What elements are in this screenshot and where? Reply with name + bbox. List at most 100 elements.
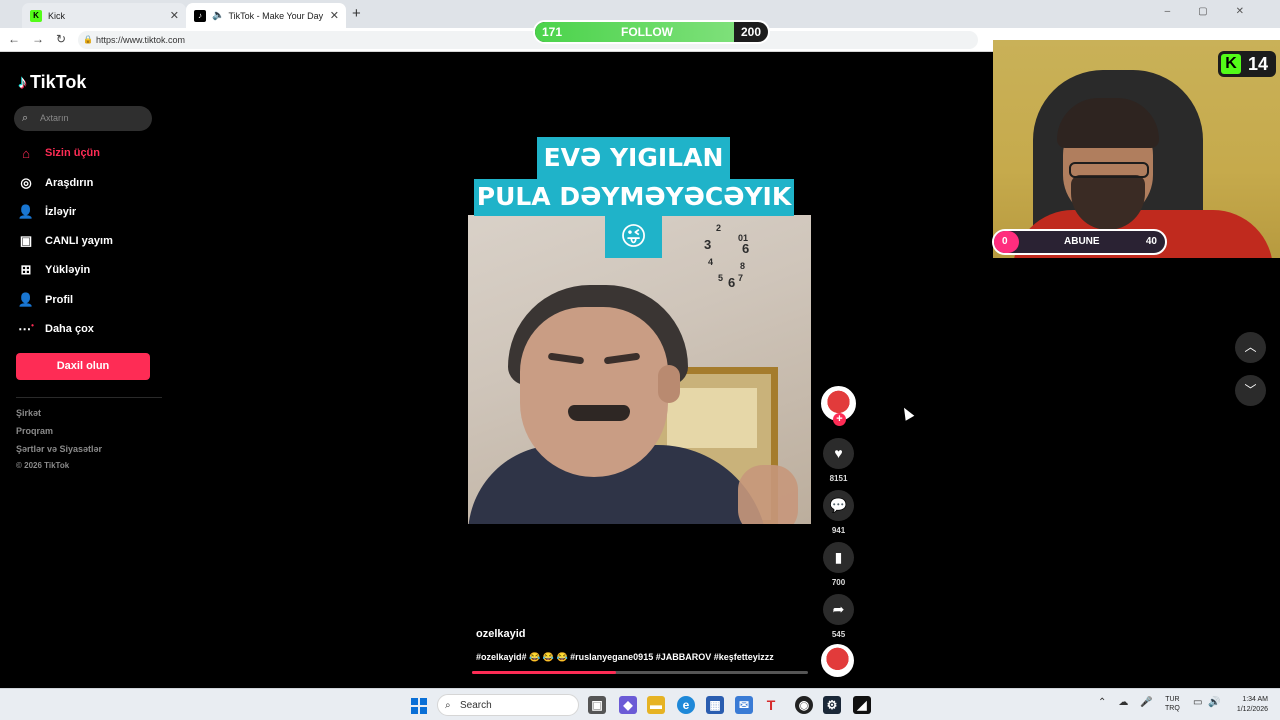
sidebar-item-for-you[interactable]: ⌂ Sizin üçün [16,141,100,165]
sub-goal-current: 0 [1002,236,1008,247]
footer-link-company[interactable]: Şirkət [16,408,41,418]
edge-icon[interactable]: e [677,696,695,714]
language-line-2: TRQ [1165,705,1180,712]
obs-icon[interactable]: ◉ [795,696,813,714]
file-explorer-icon[interactable]: ▬ [647,696,665,714]
back-icon[interactable]: ← [8,32,20,46]
video-author[interactable]: ozelkayid [476,628,526,640]
next-video-button[interactable]: ﹀ [1235,375,1266,406]
volume-icon[interactable]: 🔊 [1208,697,1220,708]
tiktok-icon: ♪ [18,72,27,92]
task-view-icon[interactable]: ▣ [588,696,606,714]
taskbar-clock[interactable]: 1:34 AM 1/12/2026 [1226,695,1268,715]
video-caption-line-1: EVƏ YIGILAN [537,137,730,179]
footer-link-program[interactable]: Proqram [16,426,53,436]
language-indicator[interactable]: TUR TRQ [1165,695,1180,713]
search-icon: ⌕ [22,112,29,124]
profile-icon: 👤 [17,292,35,307]
store-icon[interactable]: ▦ [706,696,724,714]
footer-link-terms[interactable]: Şərtlər və Siyasətlər [16,444,102,454]
sidebar-item-label: Profil [45,294,74,306]
start-button[interactable] [411,698,427,714]
person-face [520,307,668,477]
taskbar-search[interactable]: ⌕ Search [437,694,579,716]
sidebar-item-more[interactable]: ⋯• Daha çox [16,317,94,341]
close-icon[interactable]: ✕ [330,9,339,22]
url-field[interactable]: 🔒 https://www.tiktok.com [78,31,978,49]
follow-plus-icon[interactable]: + [833,413,846,426]
sub-goal-bar: 0 ABUNE 40 [992,229,1167,255]
save-button[interactable]: ▮ [823,542,854,573]
sidebar-item-profile[interactable]: 👤 Profil [16,288,73,312]
sidebar-item-explore[interactable]: ◎ Araşdırın [16,171,93,195]
sidebar-item-upload[interactable]: ⊞ Yükləyin [16,258,91,282]
chevron-up-icon: ︿ [1244,340,1257,354]
tab-tiktok[interactable]: ♪ 🔈 TikTok - Make Your Day ✕ [186,3,346,28]
kick-icon: K [1221,54,1241,74]
heart-icon: ♥ [834,445,843,461]
taskbar-search-label: Search [460,700,492,711]
sidebar-item-label: Yükləyin [45,264,91,276]
search-input[interactable]: ⌕ Axtarın [14,106,152,131]
more-icon: ⋯• [18,320,34,337]
sub-goal-target: 40 [1145,236,1157,247]
chevron-down-icon: ﹀ [1244,383,1257,397]
windows-taskbar: ⌕ Search ▣ ◆ ▬ e ▦ ✉ T ◉ ⚙ ◢ ⌃☁🎤 TUR TRQ… [0,688,1280,720]
follow-goal-bar: 171 FOLLOW 200 [533,20,770,44]
person-mustache [568,405,630,421]
music-disc-avatar[interactable] [821,644,854,677]
sidebar-item-label: Daha çox [45,323,94,335]
comment-icon: 💬 [829,497,848,513]
comment-count: 941 [831,526,846,535]
app-icon[interactable]: ◆ [619,696,637,714]
tiktok-logo[interactable]: ♪ TikTok [18,72,86,93]
reload-icon[interactable]: ↻ [56,32,66,46]
like-button[interactable]: ♥ [823,438,854,469]
divider [16,397,162,398]
sidebar-item-label: CANLI yayım [45,235,113,247]
app-dark-icon[interactable]: ◢ [853,696,871,714]
follow-target: 200 [740,25,761,39]
sidebar-item-live[interactable]: ▣ CANLI yayım [16,229,113,253]
forward-icon[interactable]: → [32,32,44,46]
wall-clock: 2 01 3 6 4 8 5 6 7 [704,223,750,290]
window-controls[interactable]: –▢✕ [1165,6,1272,17]
network-icon[interactable]: ▭ [1193,697,1202,708]
video-progress-bar[interactable] [472,671,808,674]
mail-icon[interactable]: ✉ [735,696,753,714]
steam-icon[interactable]: ⚙ [823,696,841,714]
app-t-icon[interactable]: T [762,696,780,714]
previous-video-button[interactable]: ︿ [1235,332,1266,363]
person-hand [738,465,798,524]
kick-count: 14 [1248,53,1269,74]
copyright: © 2026 TikTok [16,461,70,470]
system-tray[interactable]: ⌃☁🎤 [1098,697,1165,708]
video-description: #ozelkayid# 😂 😂 😂 #ruslanyegane0915 #JAB… [476,652,774,662]
following-icon: 👤 [17,204,35,219]
login-button[interactable]: Daxil olun [16,353,150,380]
clock-date: 1/12/2026 [1236,706,1268,713]
save-count: 700 [831,578,846,587]
clock-time: 1:34 AM [1242,696,1268,703]
video-progress-fill [472,671,617,674]
share-count: 545 [831,630,846,639]
sidebar-item-following[interactable]: 👤 İzləyir [16,200,76,224]
video-player[interactable]: 2 01 3 6 4 8 5 6 7 [468,215,811,524]
new-tab-button[interactable]: + [352,5,361,22]
live-icon: ▣ [19,233,33,248]
mouse-cursor [899,405,915,421]
tab-title: TikTok - Make Your Day [228,10,324,21]
webcam-glasses [1069,162,1149,178]
tiktok-icon: ♪ [194,9,206,22]
speaker-icon[interactable]: 🔈 [212,10,224,21]
tab-kick[interactable]: K Kick ✕ [22,3,186,28]
brand-name: TikTok [30,72,87,92]
share-button[interactable]: ➦ [823,594,854,625]
person-ear [658,365,680,403]
lock-icon: 🔒 [83,35,93,44]
sub-goal-label: ABUNE [1064,236,1100,247]
close-icon[interactable]: ✕ [170,9,179,22]
sidebar-item-label: Sizin üçün [45,147,100,159]
comment-button[interactable]: 💬 [823,490,854,521]
share-icon: ➦ [832,601,845,617]
